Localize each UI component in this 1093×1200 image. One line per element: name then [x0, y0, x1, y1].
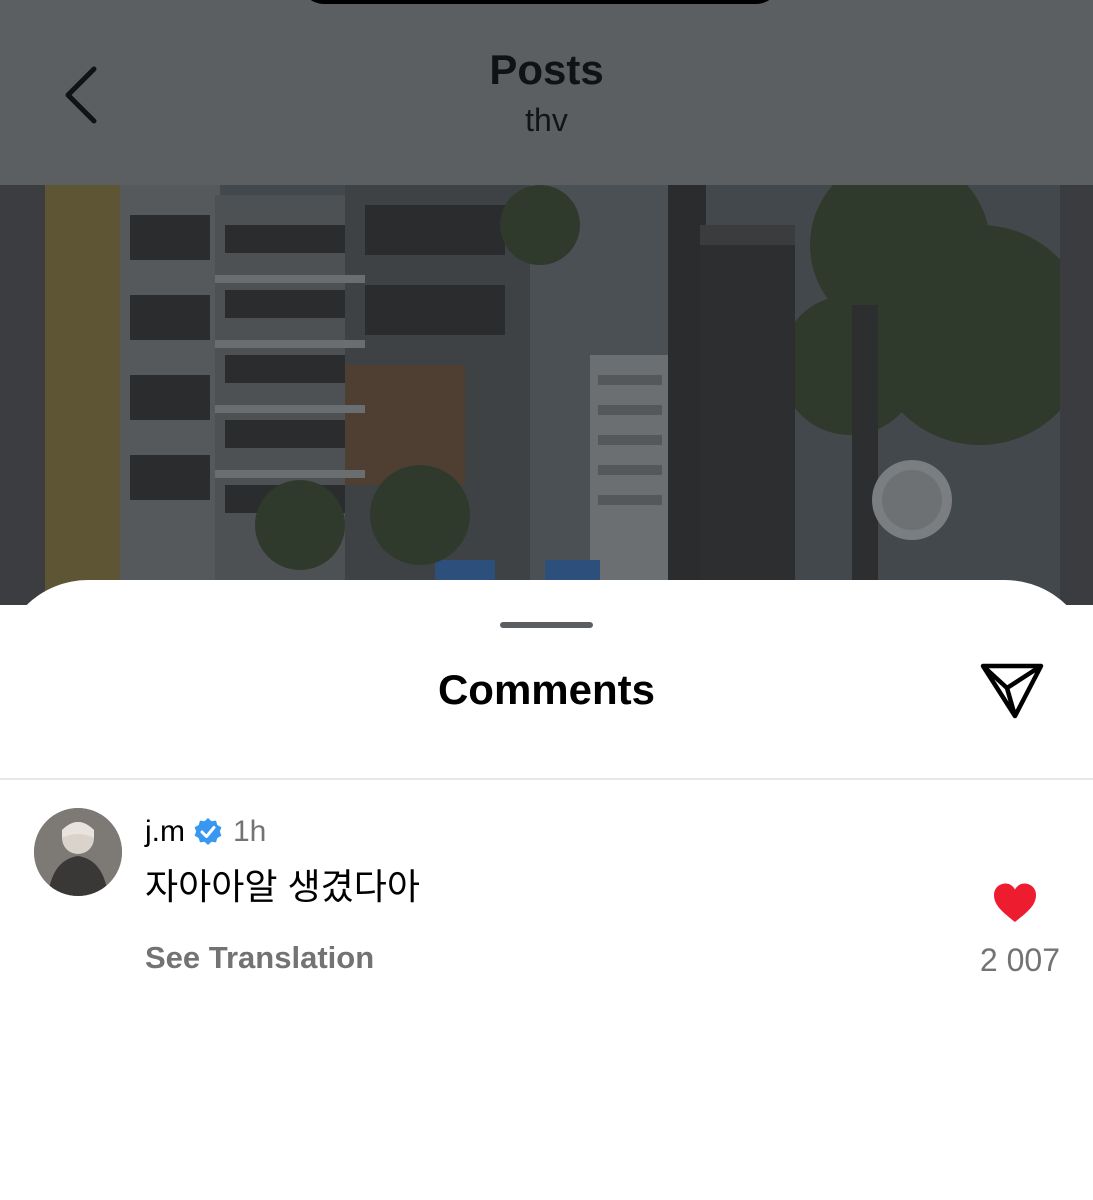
verified-badge-icon: [193, 817, 223, 847]
send-icon: [980, 663, 1044, 719]
header-divider: [0, 778, 1093, 780]
share-button[interactable]: [975, 656, 1049, 726]
avatar[interactable]: [34, 808, 122, 896]
comment-username[interactable]: j.m: [145, 815, 185, 849]
like-count: 2 007: [979, 942, 1060, 978]
top-bar: Posts thv: [0, 0, 1093, 185]
comment-text: 자아아알 생겼다아: [145, 866, 420, 907]
sheet-title: Comments: [437, 666, 656, 713]
see-translation-link[interactable]: See Translation: [145, 940, 374, 976]
device-notch: [300, 0, 780, 4]
comments-sheet: Comments j.m 1h 자아아알 생겼다아 See Translatio…: [0, 580, 1093, 1200]
page-title: Posts: [489, 46, 604, 93]
comment-meta: j.m 1h: [145, 812, 266, 852]
sheet-grabber[interactable]: [500, 622, 593, 628]
post-photo[interactable]: [0, 185, 1093, 605]
comment-item: j.m 1h 자아아알 생겼다아 See Translation 2 007: [0, 800, 1093, 980]
heart-icon: [994, 883, 1036, 922]
page-subtitle: thv: [525, 102, 568, 138]
like-button[interactable]: [990, 880, 1040, 926]
comment-timestamp: 1h: [233, 815, 267, 848]
